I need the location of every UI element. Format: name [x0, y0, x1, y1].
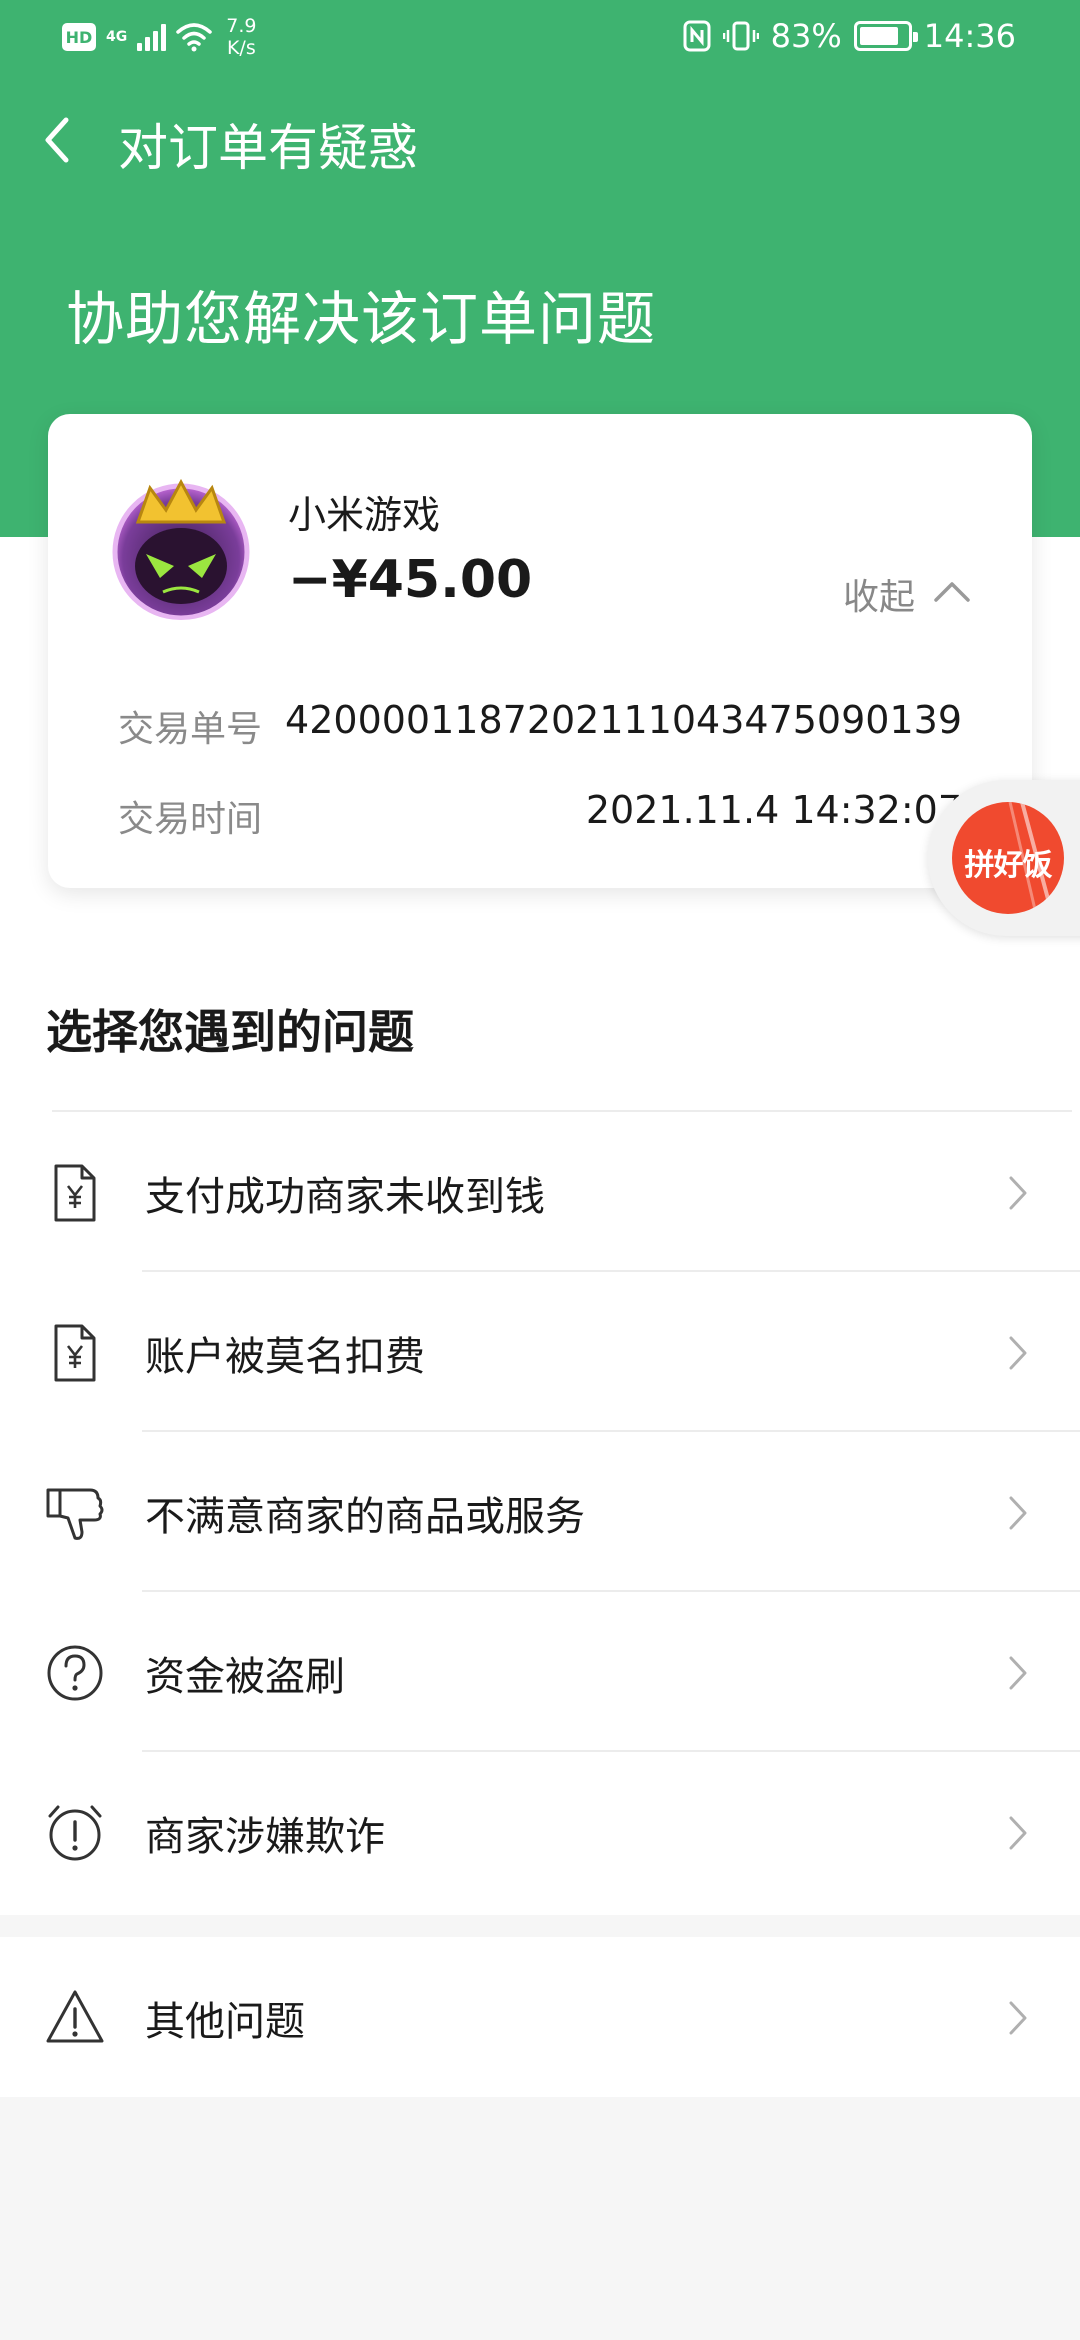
- collapse-button[interactable]: 收起: [843, 568, 915, 620]
- trade-no-value: 4200001187202111043475090139: [285, 698, 962, 742]
- promo-logo: 拼好饭: [952, 802, 1064, 914]
- thumbs-down-icon: [46, 1488, 104, 1540]
- status-bar: HD 4G 7.9 K/s 83% 14:36: [0, 0, 1080, 72]
- page-title: 对订单有疑惑: [118, 119, 418, 177]
- section-gap: [0, 1915, 1080, 1937]
- chevron-right-icon: [1009, 1336, 1027, 1370]
- issue-label: 商家涉嫌欺诈: [145, 1814, 385, 1860]
- warning-triangle-icon: [46, 1990, 104, 2043]
- hd-icon: HD: [62, 23, 96, 51]
- network-speed-value: 7.9: [226, 15, 257, 37]
- trade-time-label: 交易时间: [118, 799, 263, 840]
- network-type: 4G: [106, 29, 128, 45]
- clock: 14:36: [923, 17, 1016, 55]
- headline: 协助您解决该订单问题: [66, 285, 657, 353]
- issue-row-funds-stolen[interactable]: 资金被盗刷: [0, 1592, 1080, 1752]
- yuan-document-icon: [54, 1164, 96, 1222]
- floating-promo-badge[interactable]: 拼好饭: [928, 780, 1080, 936]
- chevron-up-icon[interactable]: [932, 578, 972, 606]
- order-card: 小米游戏 −¥45.00 收起 交易单号 4200001187202111043…: [48, 414, 1032, 888]
- trade-time-value: 2021.11.4 14:32:07: [585, 788, 962, 832]
- section-title: 选择您遇到的问题: [46, 1005, 414, 1059]
- issue-row-payment-not-received[interactable]: 支付成功商家未收到钱: [0, 1112, 1080, 1272]
- chevron-right-icon: [1009, 1496, 1027, 1530]
- battery-fill: [859, 27, 898, 45]
- battery-icon: [853, 21, 918, 51]
- back-arrow-icon[interactable]: [36, 110, 80, 170]
- issue-label: 支付成功商家未收到钱: [145, 1174, 545, 1220]
- issue-row-other[interactable]: 其他问题: [0, 1937, 1080, 2097]
- battery-percent: 83%: [770, 17, 842, 55]
- issue-row-unsatisfied-service[interactable]: 不满意商家的商品或服务: [0, 1432, 1080, 1592]
- order-amount: −¥45.00: [288, 550, 533, 610]
- chevron-right-icon: [1009, 2001, 1027, 2035]
- chevron-right-icon: [1009, 1176, 1027, 1210]
- trade-no-label: 交易单号: [118, 709, 263, 750]
- status-right: 83% 14:36: [683, 14, 1016, 58]
- wifi-icon: [176, 23, 212, 52]
- alarm-clock-exclamation-icon: [48, 1805, 102, 1861]
- cell-signal-icon: [137, 23, 167, 51]
- promo-text: 拼好饭: [964, 848, 1053, 883]
- chevron-right-icon: [1009, 1656, 1027, 1690]
- issue-label: 账户被莫名扣费: [145, 1334, 425, 1380]
- network-speed: 7.9 K/s: [226, 15, 256, 59]
- issue-label: 不满意商家的商品或服务: [145, 1494, 585, 1540]
- yuan-document-icon: [54, 1324, 96, 1382]
- nfc-icon: [683, 20, 711, 52]
- issue-row-merchant-fraud[interactable]: 商家涉嫌欺诈: [0, 1752, 1080, 1912]
- issue-label: 其他问题: [145, 1999, 305, 2045]
- chevron-right-icon: [1009, 1816, 1027, 1850]
- issue-label: 资金被盗刷: [145, 1654, 345, 1700]
- status-left: HD 4G 7.9 K/s: [62, 15, 256, 59]
- merchant-avatar: [112, 478, 250, 620]
- network-speed-unit: K/s: [226, 37, 256, 59]
- issue-row-unexplained-charge[interactable]: 账户被莫名扣费: [0, 1272, 1080, 1432]
- question-circle-icon: [47, 1645, 103, 1701]
- merchant-name: 小米游戏: [288, 493, 441, 537]
- vibrate-icon: [722, 21, 759, 51]
